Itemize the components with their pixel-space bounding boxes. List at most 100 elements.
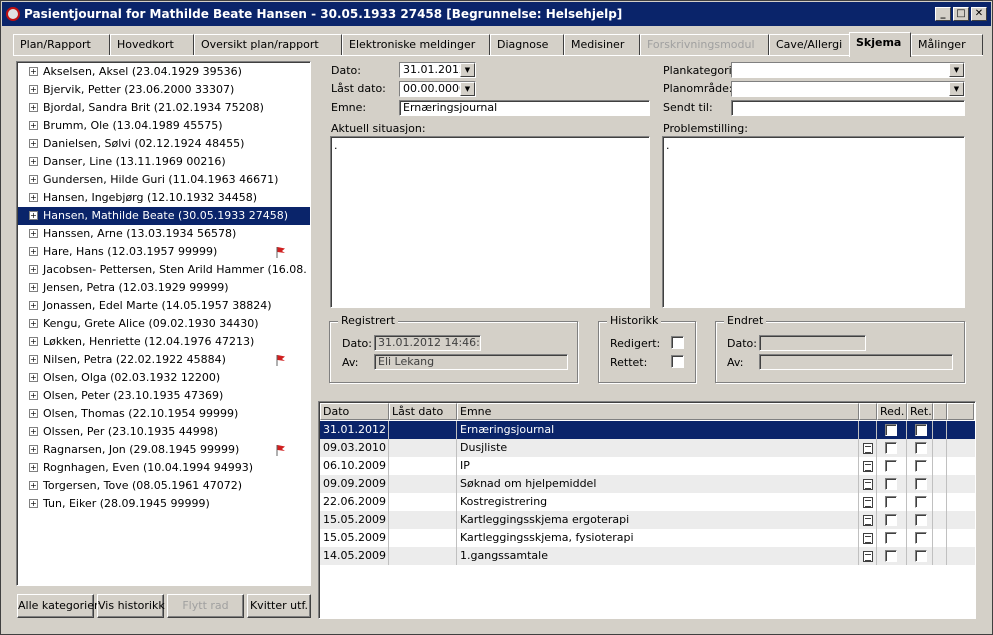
- corrected-checkbox[interactable]: [671, 355, 684, 368]
- table-row[interactable]: 06.10.2009 IP: [320, 457, 975, 475]
- minimize-button[interactable]: _: [935, 7, 951, 21]
- edited-row-checkbox[interactable]: [885, 496, 897, 508]
- dropdown-arrow-icon[interactable]: ▼: [460, 82, 475, 96]
- patient-list-item[interactable]: + Rognhagen, Even (10.04.1994 94993): [18, 459, 310, 477]
- column-header-date[interactable]: Dato: [320, 403, 389, 420]
- tab-malinger[interactable]: Målinger: [911, 34, 983, 56]
- patient-list-item[interactable]: + Løkken, Henriette (12.04.1976 47213): [18, 333, 310, 351]
- patient-list-item[interactable]: + Jensen, Petra (12.03.1929 99999): [18, 279, 310, 297]
- expand-plus-icon[interactable]: +: [29, 319, 38, 328]
- patient-list[interactable]: + Akselsen, Aksel (23.04.1929 39536) + Bjer…: [16, 61, 311, 586]
- expand-plus-icon[interactable]: +: [29, 499, 38, 508]
- expand-plus-icon[interactable]: +: [29, 445, 38, 454]
- patient-list-item[interactable]: + Olsen, Olga (02.03.1932 12200): [18, 369, 310, 387]
- plan-area-select[interactable]: ▼: [731, 81, 965, 97]
- patient-list-item[interactable]: + Olssen, Per (23.10.1935 44998): [18, 423, 310, 441]
- patient-list-item[interactable]: + Olsen, Thomas (22.10.1954 99999): [18, 405, 310, 423]
- column-header-corrected[interactable]: Ret.: [907, 403, 933, 420]
- expand-plus-icon[interactable]: +: [29, 355, 38, 364]
- patient-list-item[interactable]: + Jonassen, Edel Marte (14.05.1957 38824): [18, 297, 310, 315]
- patient-list-item[interactable]: + Tun, Eiker (28.09.1945 99999): [18, 495, 310, 513]
- patient-list-item[interactable]: + Danielsen, Sølvi (02.12.1924 48455): [18, 135, 310, 153]
- edited-row-checkbox[interactable]: [885, 442, 897, 454]
- document-icon[interactable]: [863, 443, 873, 454]
- corrected-row-checkbox[interactable]: [915, 478, 927, 490]
- tab-hovedkort[interactable]: Hovedkort: [110, 34, 194, 56]
- document-icon[interactable]: [863, 533, 873, 544]
- edited-row-checkbox[interactable]: [885, 460, 897, 472]
- corrected-row-checkbox[interactable]: [915, 424, 927, 436]
- tab-skjema[interactable]: Skjema: [849, 32, 911, 57]
- patient-list-item[interactable]: + Hare, Hans (12.03.1957 99999): [18, 243, 310, 261]
- patient-list-item[interactable]: + Bjervik, Petter (23.06.2000 33307): [18, 81, 310, 99]
- patient-list-item[interactable]: + Brumm, Ole (13.04.1989 45575): [18, 117, 310, 135]
- all-categories-button[interactable]: Alle kategorier: [17, 594, 98, 618]
- tab-oversikt[interactable]: Oversikt plan/rapport: [194, 34, 342, 56]
- patient-list-item[interactable]: + Hansen, Mathilde Beate (30.05.1933 2745…: [18, 207, 310, 225]
- patient-list-item[interactable]: + Olsen, Peter (23.10.1935 47369): [18, 387, 310, 405]
- table-row[interactable]: 14.05.2009 1.gangssamtale: [320, 547, 975, 565]
- corrected-row-checkbox[interactable]: [915, 532, 927, 544]
- patient-list-item[interactable]: + Kengu, Grete Alice (09.02.1930 34430): [18, 315, 310, 333]
- tab-medisiner[interactable]: Medisiner: [564, 34, 640, 56]
- dropdown-arrow-icon[interactable]: ▼: [949, 82, 964, 96]
- column-header-edited[interactable]: Red.: [877, 403, 907, 420]
- table-row[interactable]: 15.05.2009 Kartleggingsskjema ergoterapi: [320, 511, 975, 529]
- problem-textarea[interactable]: .: [662, 136, 965, 308]
- expand-plus-icon[interactable]: +: [29, 427, 38, 436]
- patient-list-item[interactable]: + Jacobsen- Pettersen, Sten Arild Hammer …: [18, 261, 310, 279]
- expand-plus-icon[interactable]: +: [29, 175, 38, 184]
- expand-plus-icon[interactable]: +: [29, 409, 38, 418]
- document-icon[interactable]: [863, 515, 873, 526]
- expand-plus-icon[interactable]: +: [29, 463, 38, 472]
- sent-to-input[interactable]: [731, 100, 965, 116]
- expand-plus-icon[interactable]: +: [29, 229, 38, 238]
- expand-plus-icon[interactable]: +: [29, 139, 38, 148]
- corrected-row-checkbox[interactable]: [915, 442, 927, 454]
- edited-checkbox[interactable]: [671, 336, 684, 349]
- expand-plus-icon[interactable]: +: [29, 211, 38, 220]
- expand-plus-icon[interactable]: +: [29, 301, 38, 310]
- edited-row-checkbox[interactable]: [885, 550, 897, 562]
- expand-plus-icon[interactable]: +: [29, 193, 38, 202]
- patient-list-item[interactable]: + Hanssen, Arne (13.03.1934 56578): [18, 225, 310, 243]
- column-header-subject[interactable]: Emne: [457, 403, 859, 420]
- expand-plus-icon[interactable]: +: [29, 283, 38, 292]
- tab-cave-allergi[interactable]: Cave/Allergi: [769, 34, 859, 56]
- patient-list-item[interactable]: + Hansen, Ingebjørg (12.10.1932 34458): [18, 189, 310, 207]
- table-row[interactable]: 22.06.2009 Kostregistrering: [320, 493, 975, 511]
- document-icon[interactable]: [863, 497, 873, 508]
- dropdown-arrow-icon[interactable]: ▼: [949, 63, 964, 77]
- date-picker[interactable]: 31.01.2012 ▼: [399, 62, 476, 78]
- patient-list-item[interactable]: + Torgersen, Tove (08.05.1961 47072): [18, 477, 310, 495]
- patient-list-item[interactable]: + Nilsen, Petra (22.02.1922 45884): [18, 351, 310, 369]
- patient-list-item[interactable]: + Akselsen, Aksel (23.04.1929 39536): [18, 63, 310, 81]
- column-header-locked-date[interactable]: Låst dato: [389, 403, 457, 420]
- patient-list-item[interactable]: + Danser, Line (13.11.1969 00216): [18, 153, 310, 171]
- edited-row-checkbox[interactable]: [885, 478, 897, 490]
- document-icon[interactable]: [863, 479, 873, 490]
- corrected-row-checkbox[interactable]: [915, 514, 927, 526]
- patient-list-item[interactable]: + Bjordal, Sandra Brit (21.02.1934 75208): [18, 99, 310, 117]
- patient-list-item[interactable]: + Ragnarsen, Jon (29.08.1945 99999): [18, 441, 310, 459]
- tab-elektroniske-meldinger[interactable]: Elektroniske meldinger: [342, 34, 490, 56]
- forms-grid[interactable]: Dato Låst dato Emne Red. Ret. 31.01.2012…: [318, 401, 976, 619]
- expand-plus-icon[interactable]: +: [29, 265, 38, 274]
- plan-category-select[interactable]: ▼: [731, 62, 965, 78]
- expand-plus-icon[interactable]: +: [29, 121, 38, 130]
- expand-plus-icon[interactable]: +: [29, 373, 38, 382]
- column-header-doc[interactable]: [859, 403, 877, 420]
- locked-date-picker[interactable]: 00.00.0000 ▼: [399, 81, 476, 97]
- corrected-row-checkbox[interactable]: [915, 460, 927, 472]
- tab-plan-rapport[interactable]: Plan/Rapport: [13, 34, 110, 56]
- expand-plus-icon[interactable]: +: [29, 391, 38, 400]
- document-icon[interactable]: [863, 551, 873, 562]
- table-row[interactable]: 09.03.2010 Dusjliste: [320, 439, 975, 457]
- dropdown-arrow-icon[interactable]: ▼: [460, 63, 475, 77]
- maximize-button[interactable]: □: [953, 7, 969, 21]
- subject-input[interactable]: Ernæringsjournal: [399, 100, 650, 116]
- corrected-row-checkbox[interactable]: [915, 550, 927, 562]
- expand-plus-icon[interactable]: +: [29, 157, 38, 166]
- table-row[interactable]: 09.09.2009 Søknad om hjelpemiddel: [320, 475, 975, 493]
- corrected-row-checkbox[interactable]: [915, 496, 927, 508]
